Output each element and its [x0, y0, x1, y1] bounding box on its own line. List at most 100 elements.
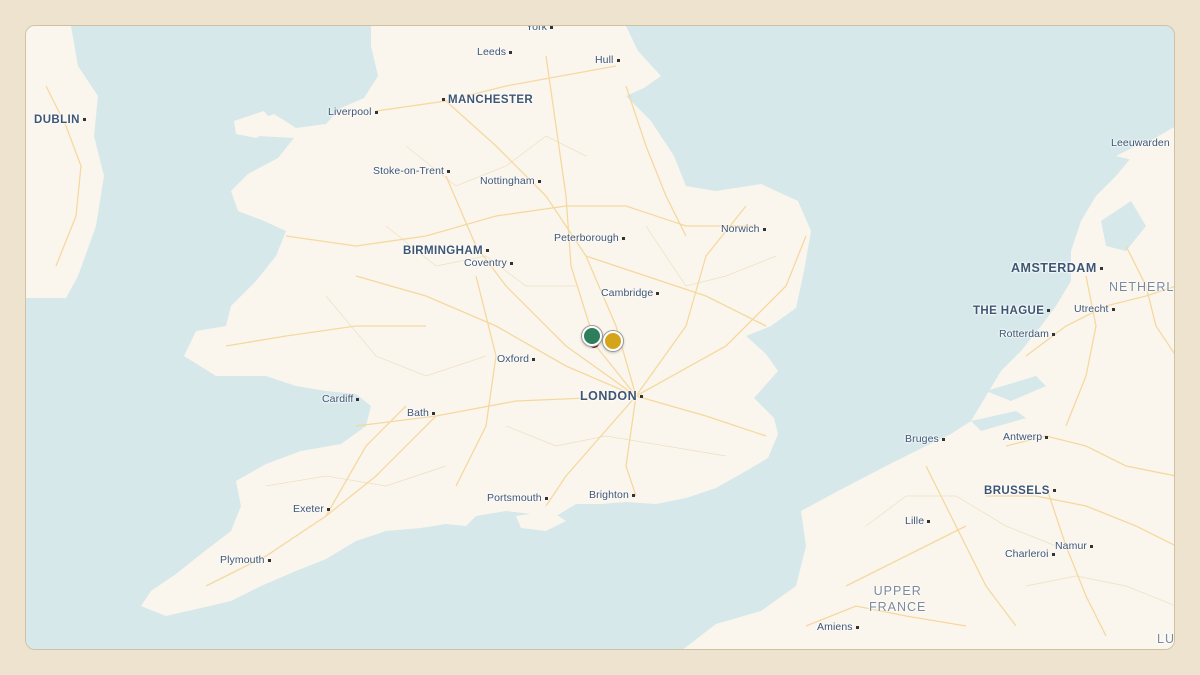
label-lu: LU [1157, 631, 1175, 647]
city-dot [326, 507, 330, 511]
label-york-text: York [526, 25, 548, 33]
city-dot [537, 179, 541, 183]
city-dot [762, 227, 766, 231]
label-lu-text: LU [1157, 632, 1175, 646]
label-peterborough-text: Peterborough [554, 232, 619, 244]
label-netherlands: NETHERL [1109, 279, 1174, 295]
label-hull: Hull [595, 54, 620, 66]
label-oxford-text: Oxford [497, 353, 530, 365]
label-lille: Lille [905, 515, 931, 527]
city-dot [82, 118, 86, 122]
city-dot [621, 236, 625, 240]
label-cardiff-text: Cardiff [322, 393, 354, 405]
label-brussels-text: BRUSSELS [984, 485, 1050, 497]
label-manchester-text: MANCHESTER [448, 94, 534, 106]
label-amiens: Amiens [817, 621, 859, 633]
city-dot [1090, 544, 1094, 548]
label-brighton-text: Brighton [589, 489, 629, 501]
label-bath: Bath [407, 407, 435, 419]
label-portsmouth-text: Portsmouth [487, 492, 542, 504]
label-charleroi-text: Charleroi [1005, 548, 1049, 560]
label-amsterdam: AMSTERDAM [1011, 261, 1103, 275]
city-dot [1111, 307, 1115, 311]
city-dot [442, 98, 445, 102]
city-dot [356, 397, 360, 401]
label-hull-text: Hull [595, 54, 614, 66]
city-dot [550, 26, 554, 29]
label-namur: Namur [1055, 540, 1094, 552]
label-upper-france: UPPER FRANCE [869, 583, 926, 615]
city-dot [616, 58, 620, 62]
label-coventry-text: Coventry [464, 257, 507, 269]
label-bruges: Bruges [905, 433, 945, 445]
label-utrecht-text: Utrecht [1074, 303, 1109, 315]
label-portsmouth: Portsmouth [487, 492, 548, 504]
label-rotterdam-text: Rotterdam [999, 328, 1049, 340]
label-york: York [526, 25, 554, 33]
label-leeuwarden: Leeuwarden [1111, 137, 1170, 149]
city-dot [486, 249, 490, 253]
label-dublin-text: DUBLIN [34, 114, 80, 126]
map-view[interactable]: York Leeds Hull DUBLIN Liverpool MANCHES… [25, 25, 1175, 650]
city-dot [532, 357, 536, 361]
city-dot [1099, 267, 1103, 271]
label-cambridge-text: Cambridge [601, 287, 654, 299]
label-bath-text: Bath [407, 407, 429, 419]
city-dot [941, 437, 945, 441]
label-norwich-text: Norwich [721, 223, 760, 235]
marker-green[interactable] [582, 326, 602, 346]
label-amsterdam-text: AMSTERDAM [1011, 261, 1097, 275]
label-exeter-text: Exeter [293, 503, 324, 515]
label-antwerp-text: Antwerp [1003, 431, 1043, 443]
city-dot [1047, 309, 1051, 313]
label-the-hague-text: THE HAGUE [973, 305, 1045, 317]
city-dot [1051, 552, 1055, 556]
city-dot [509, 50, 513, 54]
city-dot [267, 558, 271, 562]
label-plymouth: Plymouth [220, 554, 271, 566]
label-birmingham: BIRMINGHAM [403, 245, 490, 257]
city-dot [927, 519, 931, 523]
label-upper-france-line1: UPPER [873, 584, 922, 598]
label-liverpool: Liverpool [328, 106, 378, 118]
city-dot [1051, 332, 1055, 336]
label-utrecht: Utrecht [1074, 303, 1115, 315]
label-leeds: Leeds [477, 46, 513, 58]
city-dot [432, 411, 435, 415]
label-london-text: LONDON [580, 389, 638, 403]
label-lille-text: Lille [905, 515, 925, 527]
label-charleroi: Charleroi [1005, 548, 1055, 560]
city-dot [640, 395, 644, 399]
label-exeter: Exeter [293, 503, 330, 515]
label-birmingham-text: BIRMINGHAM [403, 245, 484, 257]
city-dot [509, 261, 513, 265]
city-dot [855, 625, 859, 629]
label-cambridge: Cambridge [601, 287, 660, 299]
label-coventry: Coventry [464, 257, 513, 269]
label-london: LONDON [580, 389, 644, 403]
city-dot [656, 291, 660, 295]
label-nottingham-text: Nottingham [480, 175, 535, 187]
label-leeds-text: Leeds [477, 46, 507, 58]
label-upper-france-line2: FRANCE [869, 600, 927, 614]
label-rotterdam: Rotterdam [999, 328, 1055, 340]
city-dot [544, 496, 548, 500]
label-leeuwarden-text: Leeuwarden [1111, 137, 1170, 149]
label-brighton: Brighton [589, 489, 635, 501]
label-oxford: Oxford [497, 353, 536, 365]
label-norwich: Norwich [721, 223, 766, 235]
label-dublin: DUBLIN [34, 114, 86, 126]
city-dot [1045, 435, 1049, 439]
label-bruges-text: Bruges [905, 433, 939, 445]
label-nottingham: Nottingham [480, 175, 541, 187]
label-stoke-text: Stoke-on-Trent [373, 165, 445, 177]
label-plymouth-text: Plymouth [220, 554, 265, 566]
label-stoke: Stoke-on-Trent [373, 165, 451, 177]
city-dot [374, 110, 378, 114]
marker-gold[interactable] [603, 331, 623, 351]
city-dot [447, 169, 451, 173]
label-netherlands-text: NETHERL [1109, 280, 1175, 294]
label-cardiff: Cardiff [322, 393, 360, 405]
city-dot [1052, 489, 1056, 493]
label-peterborough: Peterborough [554, 232, 625, 244]
